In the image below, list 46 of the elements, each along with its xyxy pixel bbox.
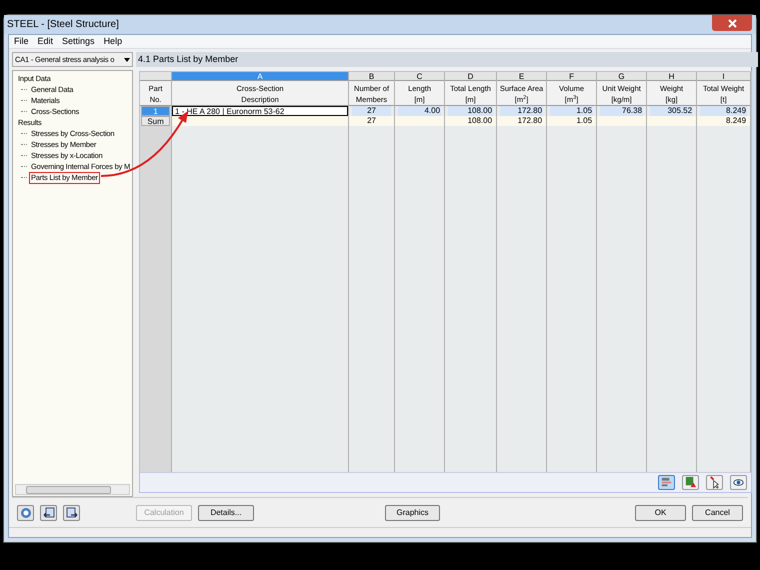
row-header[interactable]: Sum — [141, 116, 170, 126]
column-letter[interactable]: B — [349, 72, 394, 81]
value-cell: 305.52 — [650, 106, 694, 116]
value-cell: 8.249 — [700, 106, 748, 116]
help-icon — [20, 506, 32, 518]
panel-title: 4.1 Parts List by Member — [136, 52, 758, 67]
menu-item[interactable]: Settings — [62, 34, 95, 48]
arrow-left-icon — [42, 506, 54, 518]
arrow-right-icon — [66, 506, 78, 518]
table-cell: 8.249 — [697, 116, 750, 126]
value-cell: 76.38 — [600, 106, 644, 116]
dialog-button[interactable]: Details... — [198, 504, 254, 520]
value-cell: 4.00 — [398, 106, 442, 116]
corner-cell[interactable] — [140, 72, 172, 81]
close-icon — [728, 18, 736, 28]
toolbar-button[interactable] — [706, 475, 724, 490]
menu-item[interactable]: Edit — [38, 34, 54, 48]
table-cell: 108.00 — [445, 116, 496, 126]
column-letter[interactable]: E — [497, 72, 546, 81]
value-cell: 172.80 — [500, 106, 544, 116]
dropdown-arrow-icon — [124, 58, 130, 62]
table-cell: 27 — [349, 116, 394, 126]
column-letter[interactable]: H — [647, 72, 696, 81]
value-cell: 27 — [352, 106, 392, 116]
table-cell: 1.05 — [547, 116, 596, 126]
dialog-button[interactable]: OK — [635, 504, 686, 520]
icon-button[interactable] — [63, 504, 80, 520]
window-title: STEEL - [Steel Structure] — [7, 18, 119, 32]
horizontal-scrollbar[interactable] — [15, 484, 130, 495]
toolbar-button[interactable] — [730, 475, 748, 490]
column-letter[interactable]: F — [547, 72, 596, 81]
dialog-button[interactable]: Cancel — [692, 504, 743, 520]
value-cell: 1.05 — [550, 106, 594, 116]
value-cell: 108.00 — [448, 106, 494, 116]
menu-item[interactable]: Help — [104, 34, 122, 48]
icon-button[interactable] — [40, 504, 57, 520]
table-cell: 172.80 — [497, 116, 546, 126]
column-letter[interactable]: C — [395, 72, 444, 81]
column-letter[interactable]: G — [597, 72, 646, 81]
menu-item[interactable]: File — [14, 34, 29, 48]
column-letter[interactable]: I — [697, 72, 750, 81]
dialog-button[interactable]: Graphics — [385, 504, 440, 520]
column-letter[interactable]: D — [445, 72, 496, 81]
cursor-icon — [708, 476, 722, 489]
close-button[interactable] — [712, 15, 752, 31]
table-icon — [660, 476, 674, 489]
